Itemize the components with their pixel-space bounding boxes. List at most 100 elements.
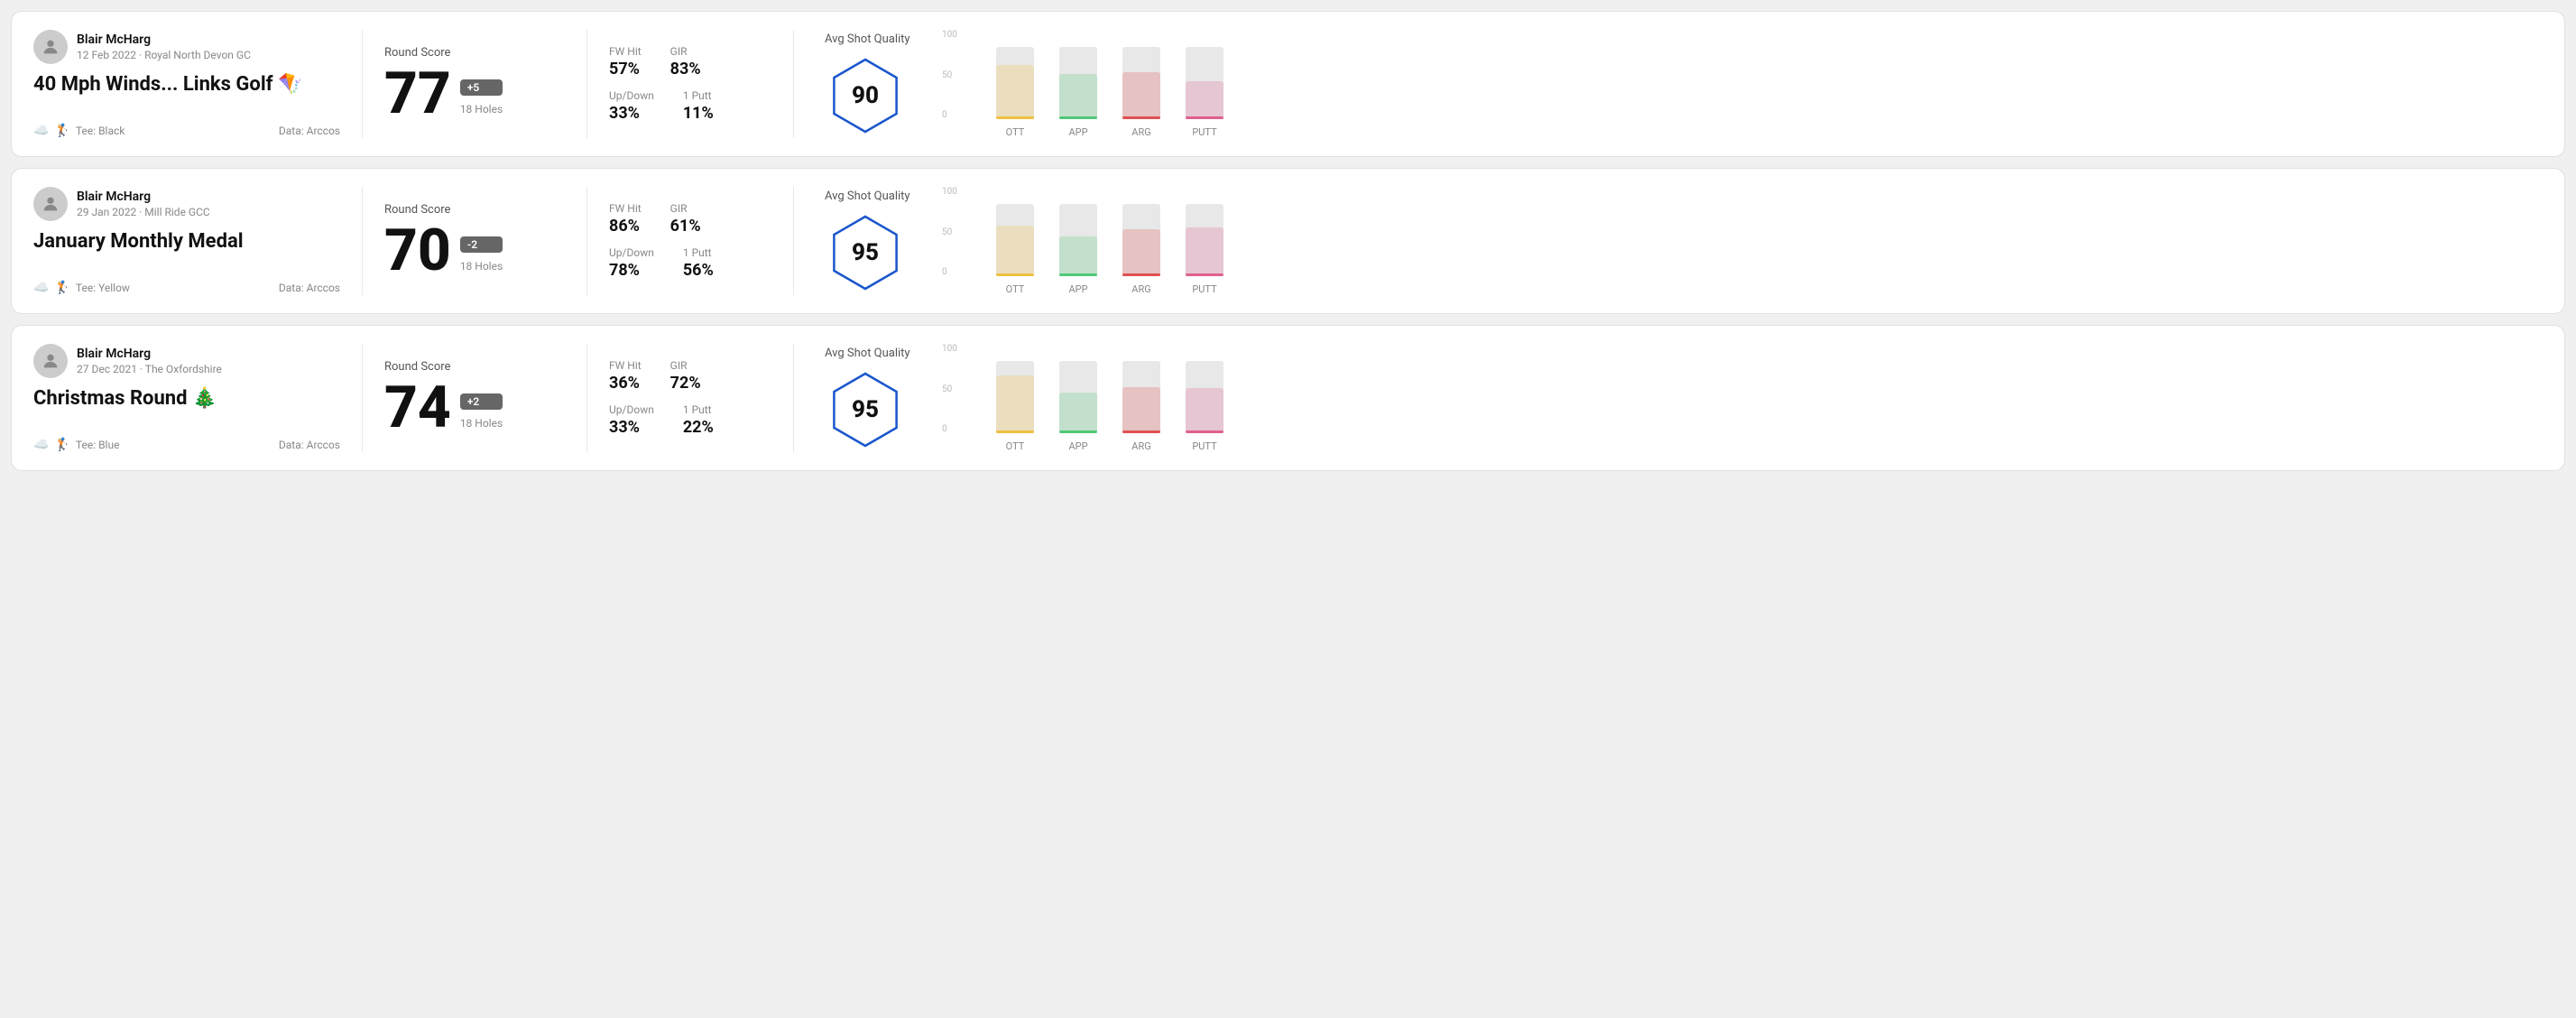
user-name: Blair McHarg [77, 347, 222, 361]
user-date: 27 Dec 2021 · The Oxfordshire [77, 363, 222, 375]
fw-hit-value: 36% [609, 374, 642, 393]
section-divider [586, 187, 587, 295]
gir-label: GIR [670, 359, 701, 372]
gir-value: 61% [670, 217, 701, 236]
user-info: Blair McHarg 12 Feb 2022 · Royal North D… [33, 30, 340, 64]
cloud-icon: ☁️ [33, 124, 49, 138]
score-section: Round Score 77 +5 18 Holes [384, 30, 565, 138]
gir-stat: GIR 61% [670, 202, 701, 236]
oneputt-label: 1 Putt [683, 403, 714, 416]
tee-info: ☁️ 🏌️ Tee: Yellow [33, 281, 130, 295]
stats-row-top: FW Hit 57% GIR 83% [609, 45, 771, 79]
fw-hit-label: FW Hit [609, 359, 642, 372]
bar-label-putt: PUTT [1192, 126, 1216, 138]
user-name: Blair McHarg [77, 32, 251, 47]
fw-hit-stat: FW Hit 36% [609, 359, 642, 393]
score-label: Round Score [384, 46, 565, 60]
card-left: Blair McHarg 27 Dec 2021 · The Oxfordshi… [33, 344, 340, 452]
oneputt-label: 1 Putt [683, 246, 714, 259]
tee-info: ☁️ 🏌️ Tee: Blue [33, 438, 119, 452]
person-icon [41, 37, 60, 57]
user-name: Blair McHarg [77, 190, 210, 204]
stats-row-bottom: Up/Down 33% 1 Putt 11% [609, 89, 771, 123]
round-card: Blair McHarg 29 Jan 2022 · Mill Ride GCC… [11, 168, 2565, 314]
stats-row-bottom: Up/Down 78% 1 Putt 56% [609, 246, 771, 280]
updown-stat: Up/Down 33% [609, 403, 654, 437]
oneputt-stat: 1 Putt 11% [683, 89, 714, 123]
hexagon-section: Avg Shot Quality 90 [825, 32, 942, 136]
score-row: 74 +2 18 Holes [384, 379, 565, 437]
tee-label: Tee: Black [76, 125, 125, 137]
bar-label-putt: PUTT [1192, 440, 1216, 452]
score-holes: 18 Holes [460, 417, 503, 430]
data-source: Data: Arccos [279, 125, 340, 137]
bar-group-arg: 96 ARG [1122, 204, 1160, 295]
person-icon [41, 194, 60, 214]
updown-value: 78% [609, 261, 654, 280]
card-left: Blair McHarg 29 Jan 2022 · Mill Ride GCC… [33, 187, 340, 295]
gir-value: 72% [670, 374, 701, 393]
fw-hit-stat: FW Hit 86% [609, 202, 642, 236]
section-divider [793, 344, 794, 452]
score-row: 77 +5 18 Holes [384, 65, 565, 123]
oneputt-stat: 1 Putt 22% [683, 403, 714, 437]
card-footer: ☁️ 🏌️ Tee: Blue Data: Arccos [33, 438, 340, 452]
hex-score: 90 [852, 82, 879, 109]
bar-group-arg: 95 ARG [1122, 361, 1160, 452]
updown-stat: Up/Down 78% [609, 246, 654, 280]
golf-bag-icon: 🏌️ [54, 124, 69, 138]
hex-label: Avg Shot Quality [825, 190, 910, 203]
round-title: January Monthly Medal [33, 230, 340, 253]
golf-bag-icon: 🏌️ [54, 281, 69, 295]
card-footer: ☁️ 🏌️ Tee: Black Data: Arccos [33, 124, 340, 138]
bar-group-app: 95 APP [1059, 47, 1097, 138]
section-divider [362, 187, 363, 295]
score-section: Round Score 74 +2 18 Holes [384, 344, 565, 452]
section-divider [586, 344, 587, 452]
gir-label: GIR [670, 202, 701, 215]
score-holes: 18 Holes [460, 103, 503, 116]
hex-label: Avg Shot Quality [825, 32, 910, 46]
score-badge: +5 [460, 79, 503, 96]
bar-group-ott: 101 OTT [996, 204, 1034, 295]
hex-label: Avg Shot Quality [825, 347, 910, 360]
avatar [33, 30, 68, 64]
bar-label-ott: OTT [1006, 283, 1025, 295]
card-left: Blair McHarg 12 Feb 2022 · Royal North D… [33, 30, 340, 138]
stats-section: FW Hit 86% GIR 61% Up/Down 78% 1 Putt 56… [609, 187, 771, 295]
updown-label: Up/Down [609, 246, 654, 259]
section-divider [362, 344, 363, 452]
avatar [33, 187, 68, 221]
tee-label: Tee: Yellow [76, 282, 130, 294]
bar-group-putt: 82 PUTT [1186, 47, 1223, 138]
section-divider [586, 30, 587, 138]
bar-label-putt: PUTT [1192, 283, 1216, 295]
score-number: 74 [384, 379, 451, 437]
user-date: 12 Feb 2022 · Royal North Devon GC [77, 49, 251, 61]
stats-section: FW Hit 57% GIR 83% Up/Down 33% 1 Putt 11… [609, 30, 771, 138]
round-title: Christmas Round 🎄 [33, 387, 340, 410]
updown-value: 33% [609, 104, 654, 123]
fw-hit-stat: FW Hit 57% [609, 45, 642, 79]
score-section: Round Score 70 -2 18 Holes [384, 187, 565, 295]
score-badge: -2 [460, 236, 503, 253]
score-number: 77 [384, 65, 451, 123]
oneputt-value: 11% [683, 104, 714, 123]
fw-hit-value: 86% [609, 217, 642, 236]
bar-group-app: 86 APP [1059, 204, 1097, 295]
hexagon-section: Avg Shot Quality 95 [825, 347, 942, 450]
card-footer: ☁️ 🏌️ Tee: Yellow Data: Arccos [33, 281, 340, 295]
stats-row-bottom: Up/Down 33% 1 Putt 22% [609, 403, 771, 437]
chart-section: 100 50 0 107 OTT 95 APP [960, 30, 2534, 138]
bar-group-ott: 107 OTT [996, 47, 1034, 138]
bar-label-arg: ARG [1131, 440, 1150, 452]
stats-section: FW Hit 36% GIR 72% Up/Down 33% 1 Putt 22… [609, 344, 771, 452]
score-number: 70 [384, 222, 451, 280]
user-info: Blair McHarg 27 Dec 2021 · The Oxfordshi… [33, 344, 340, 378]
round-card: Blair McHarg 12 Feb 2022 · Royal North D… [11, 11, 2565, 157]
score-row: 70 -2 18 Holes [384, 222, 565, 280]
chart-section: 100 50 0 110 OTT 87 APP [960, 344, 2534, 452]
section-divider [362, 30, 363, 138]
cloud-icon: ☁️ [33, 438, 49, 452]
bar-label-arg: ARG [1131, 126, 1150, 138]
